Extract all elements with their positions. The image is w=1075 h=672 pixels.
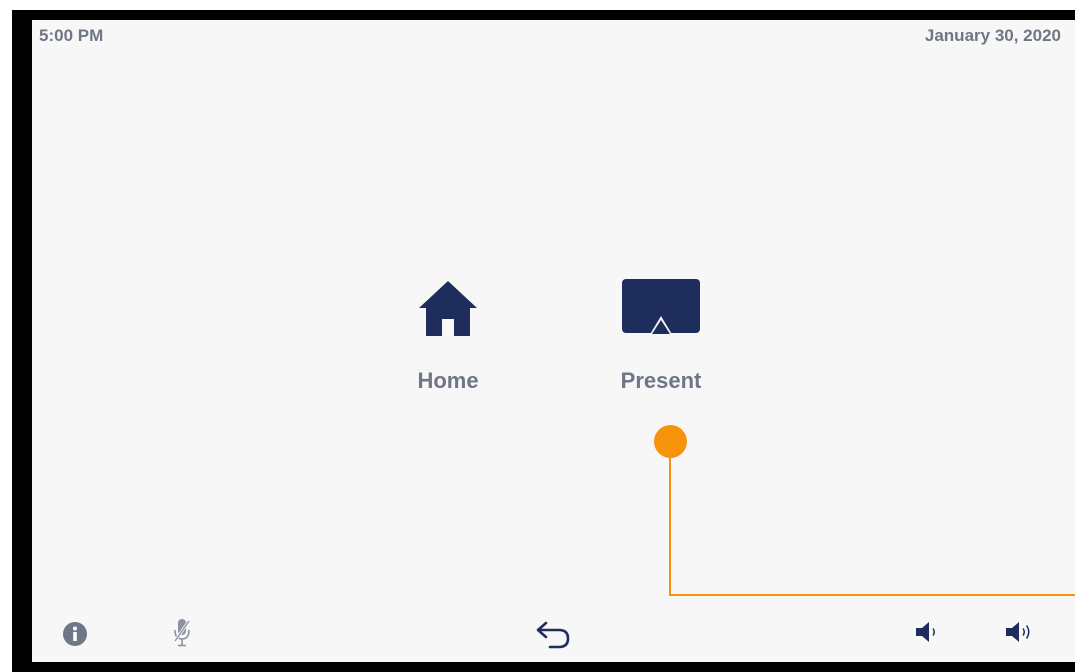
callout-line-horizontal (669, 594, 1075, 596)
home-button[interactable]: Home (395, 278, 501, 394)
home-label: Home (417, 368, 479, 393)
callout-line-vertical (669, 456, 671, 596)
status-date: January 30, 2020 (924, 26, 1061, 45)
back-arrow-icon[interactable] (534, 619, 574, 654)
present-button[interactable]: Present (604, 278, 718, 394)
touch-panel-screen: 5:00 PM January 30, 2020 Home Present (32, 20, 1075, 662)
microphone-muted-icon[interactable] (172, 617, 192, 654)
airplay-icon (621, 278, 701, 338)
home-icon (417, 278, 479, 338)
volume-down-icon[interactable] (914, 619, 942, 650)
status-time: 5:00 PM (39, 26, 104, 45)
bottom-toolbar (32, 605, 1075, 662)
volume-up-icon[interactable] (1004, 619, 1036, 650)
info-icon[interactable] (62, 621, 88, 652)
callout-marker (654, 425, 687, 458)
present-label: Present (620, 368, 702, 393)
